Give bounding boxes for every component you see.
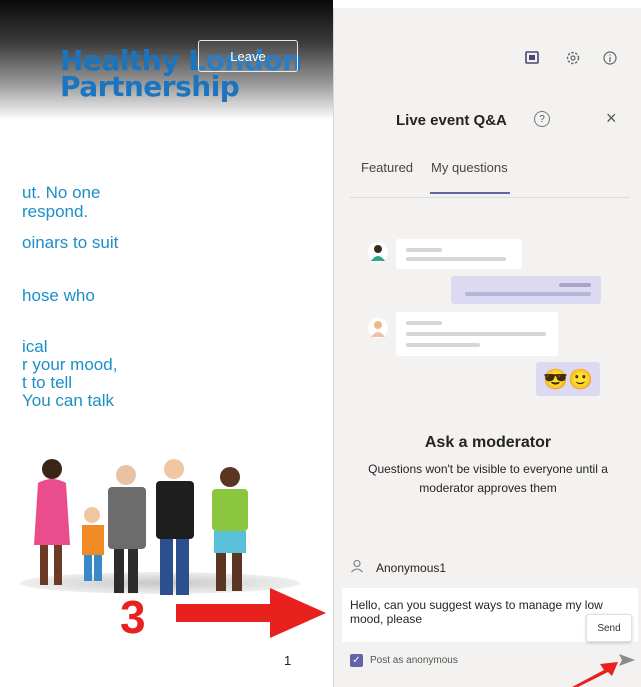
user-name: Anonymous1 <box>376 560 447 575</box>
leave-button[interactable]: Leave <box>198 40 298 72</box>
slide-text-line: hose who <box>22 286 95 305</box>
slide-text-line: r your mood, <box>22 355 118 374</box>
chat-bubble <box>396 312 558 356</box>
user-row: Anonymous1 <box>350 559 446 576</box>
info-icon[interactable] <box>600 48 620 68</box>
avatar <box>368 318 388 338</box>
slide-text-line: t to tell <box>22 373 73 392</box>
send-pointer-arrow-icon <box>572 662 618 687</box>
slide-page-number: 1 <box>284 653 292 668</box>
qa-panel: Live event Q&A ? × Featured My questions… <box>333 8 641 687</box>
slide-text-line: ical <box>22 337 48 356</box>
gear-icon[interactable] <box>563 48 583 68</box>
step-number-annotation: 3 <box>120 591 146 643</box>
ask-moderator-description: Questions won't be visible to everyone u… <box>334 460 641 498</box>
emoji-reaction: 😎🙂 <box>536 362 600 396</box>
slide-text-line: respond. <box>22 202 89 221</box>
annotation-arrow-icon <box>176 588 326 638</box>
tab-divider <box>350 197 630 198</box>
reader-icon[interactable] <box>522 48 542 68</box>
post-anonymous-checkbox[interactable]: ✓ <box>350 654 363 667</box>
chat-bubble <box>396 239 522 269</box>
people-illustration <box>34 459 248 595</box>
ask-moderator-description-text: Questions won't be visible to everyone u… <box>368 462 608 495</box>
close-icon[interactable]: × <box>606 108 617 129</box>
ask-moderator-title: Ask a moderator <box>424 434 552 451</box>
send-icon[interactable] <box>618 652 636 673</box>
panel-title: Live event Q&A <box>396 112 507 129</box>
person-icon <box>350 559 364 576</box>
chat-bubble-self <box>451 276 601 304</box>
send-tooltip: Send <box>586 614 632 642</box>
slide-text-line: You can talk <box>22 391 114 410</box>
tab-my-questions[interactable]: My questions <box>431 160 508 175</box>
post-anonymous-label: Post as anonymous <box>370 655 458 666</box>
slide-text-line: ut. No one <box>22 183 101 202</box>
active-tab-indicator <box>430 192 510 194</box>
avatar <box>368 242 388 262</box>
slide-text-line: oinars to suit <box>22 233 119 252</box>
tab-featured[interactable]: Featured <box>361 160 413 175</box>
presentation-slide: Healthy London Partnership Leave ut. No … <box>0 0 333 687</box>
help-icon[interactable]: ? <box>534 111 550 127</box>
logo-line-2: Partnership <box>60 70 240 103</box>
